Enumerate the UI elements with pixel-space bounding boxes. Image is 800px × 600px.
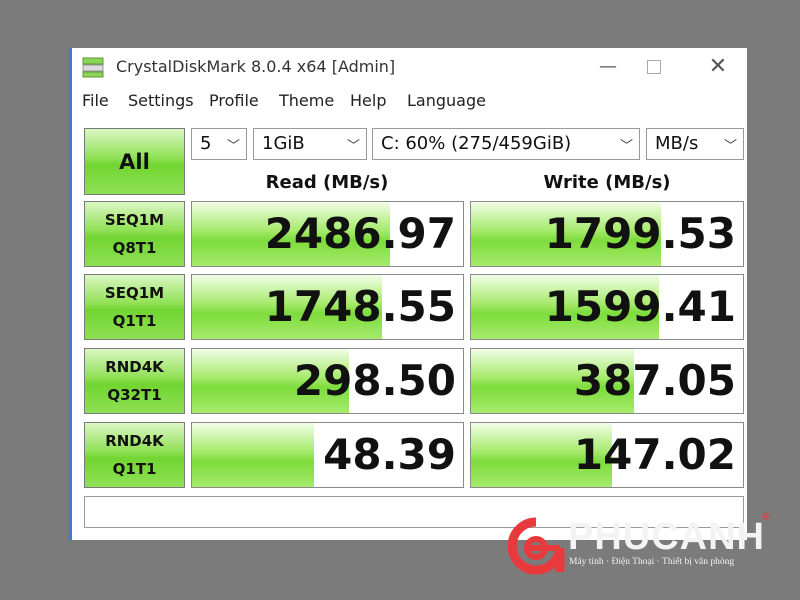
test-params: Q1T1 [112,460,157,478]
write-result-cell: 147.02 [470,422,744,488]
write-result-cell: 1599.41 [470,274,744,340]
app-disk-icon [82,57,104,78]
read-result-cell: 298.50 [191,348,464,414]
read-result-cell: 2486.97 [191,201,464,267]
drive-value: C: 60% (275/459GiB) [381,133,572,154]
test-button-seq1m-q1t1[interactable]: SEQ1M Q1T1 [84,274,185,340]
write-result-cell: 387.05 [470,348,744,414]
test-params: Q1T1 [112,312,157,330]
chevron-down-icon: ﹀ [723,139,737,154]
unit-value: MB/s [655,133,699,154]
minimize-icon: — [599,56,617,77]
count-select[interactable]: 5 ﹀ [191,128,247,160]
write-header: Write (MB/s) [543,172,671,193]
size-select[interactable]: 1GiB ﹀ [253,128,367,160]
read-result-cell: 1748.55 [191,274,464,340]
read-value: 298.50 [293,356,456,405]
read-progress-bar [192,423,314,487]
menu-bar: File Settings Profile Theme Help Languag… [72,86,747,114]
test-params: Q32T1 [107,386,162,404]
watermark-brand: PHUCANH [568,516,765,558]
close-button[interactable]: ✕ [698,54,738,80]
menu-language[interactable]: Language [407,91,486,110]
unit-select[interactable]: MB/s ﹀ [646,128,744,160]
read-header: Read (MB/s) [265,172,389,193]
test-name: RND4K [105,432,164,450]
count-value: 5 [200,133,212,154]
write-result-cell: 1799.53 [470,201,744,267]
read-value: 1748.55 [264,282,456,331]
registered-mark: ® [761,512,771,523]
close-icon: ✕ [708,54,728,79]
write-value: 387.05 [573,356,736,405]
watermark-logo: PHUCANH ® Máy tính · Điện Thoại · Thiết … [506,512,776,588]
menu-profile[interactable]: Profile [209,91,259,110]
watermark-tagline: Máy tính · Điện Thoại · Thiết bị văn phò… [569,557,735,567]
test-params: Q8T1 [112,239,157,257]
title-bar: CrystalDiskMark 8.0.4 x64 [Admin] — ✕ [72,48,747,86]
write-value: 1599.41 [544,282,736,331]
test-name: SEQ1M [104,211,165,229]
menu-file[interactable]: File [82,91,109,110]
app-window: CrystalDiskMark 8.0.4 x64 [Admin] — ✕ Fi… [69,48,747,540]
read-value: 2486.97 [264,209,456,258]
chevron-down-icon: ﹀ [619,139,633,154]
read-result-cell: 48.39 [191,422,464,488]
maximize-icon [647,60,661,74]
minimize-button[interactable]: — [588,54,628,80]
test-button-rnd4k-q32t1[interactable]: RND4K Q32T1 [84,348,185,414]
all-button[interactable]: All [84,128,185,195]
test-name: SEQ1M [104,284,165,302]
test-button-rnd4k-q1t1[interactable]: RND4K Q1T1 [84,422,185,488]
chevron-down-icon: ﹀ [346,139,360,154]
test-button-seq1m-q8t1[interactable]: SEQ1M Q8T1 [84,201,185,267]
menu-theme[interactable]: Theme [279,91,334,110]
menu-help[interactable]: Help [350,91,386,110]
read-value: 48.39 [323,430,456,479]
chevron-down-icon: ﹀ [226,139,240,154]
drive-select[interactable]: C: 60% (275/459GiB) ﹀ [372,128,640,160]
menu-settings[interactable]: Settings [128,91,194,110]
window-title: CrystalDiskMark 8.0.4 x64 [Admin] [116,57,396,76]
size-value: 1GiB [262,133,305,154]
write-value: 1799.53 [544,209,736,258]
write-value: 147.02 [573,430,736,479]
test-name: RND4K [105,358,164,376]
maximize-button[interactable] [634,54,674,80]
phucanh-logo-icon [507,517,565,575]
